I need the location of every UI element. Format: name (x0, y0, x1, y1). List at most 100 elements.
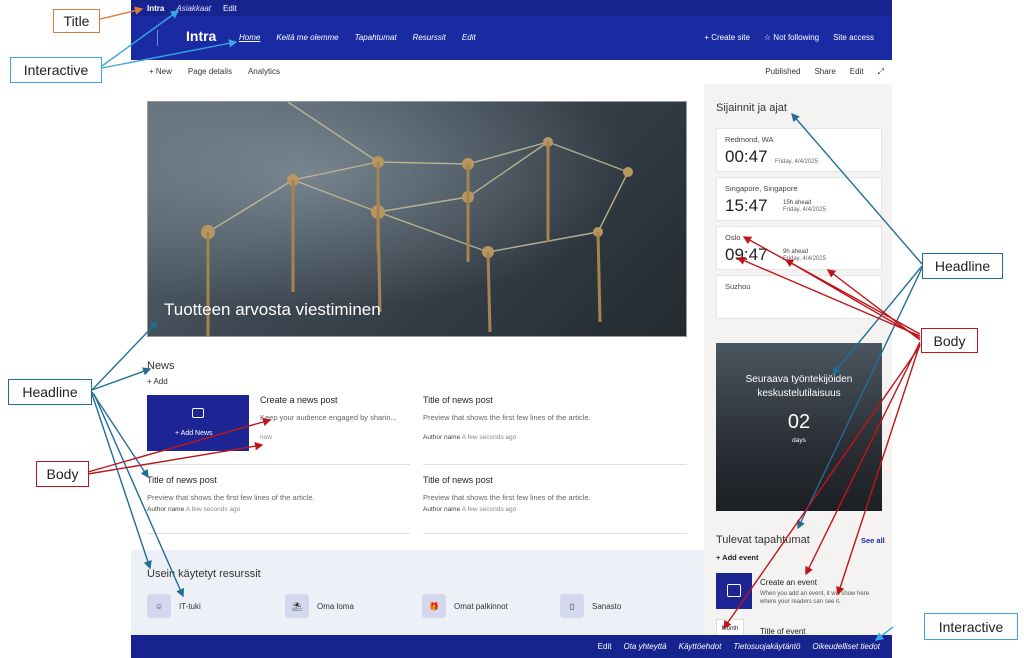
clock-date: Friday, 4/4/2025 (775, 159, 818, 165)
clock-city: Oslo (725, 233, 741, 242)
follow-button[interactable]: ☆ Not following (764, 33, 819, 42)
share-button[interactable]: Share (814, 67, 835, 77)
annotation-headline-left: Headline (8, 379, 92, 405)
expand-icon[interactable]: ⤢ (878, 67, 884, 77)
event-title[interactable]: Create an event (760, 578, 817, 587)
add-event-button[interactable]: + Add event (716, 553, 758, 562)
command-bar: + New Page details Analytics Published S… (131, 60, 892, 84)
annotation-title: Title (53, 9, 100, 33)
sharepoint-page: Intra Asiakkaat Edit Intra Home Keitä me… (131, 0, 892, 658)
news-post-1[interactable]: Title of news post Preview that shows th… (423, 395, 623, 441)
countdown-message: Seuraava työntekijöiden keskustelutilais… (745, 374, 853, 399)
footer-legal[interactable]: Oikeudelliset tiedot (812, 642, 880, 651)
news-post-author: Author name (423, 434, 461, 441)
clock-city: Redmond, WA (725, 135, 774, 144)
quick-link-palkinnot[interactable]: 🎁 Omat palkinnot (422, 594, 508, 618)
analytics-button[interactable]: Analytics (248, 67, 280, 76)
book-icon: ▯ (560, 594, 584, 618)
news-post-preview: Preview that shows the first few lines o… (423, 493, 591, 502)
countdown-number: 02 (787, 411, 811, 433)
gift-icon: 🎁 (422, 594, 446, 618)
sidebar: Sijainnit ja ajat Redmond, WA 00:47 Frid… (704, 84, 892, 658)
quick-link-label: Oma loma (317, 601, 354, 611)
quick-link-sanasto[interactable]: ▯ Sanasto (560, 594, 621, 618)
news-divider (147, 464, 410, 465)
nav-home[interactable]: Home (239, 33, 260, 42)
nav-tapahtumat[interactable]: Tapahtumat (355, 33, 397, 42)
countdown-unit: days (792, 437, 806, 444)
add-news-label: + Add News (175, 430, 213, 437)
quick-link-oma-loma[interactable]: ⛱ Oma loma (285, 594, 354, 618)
news-post-preview: Keep your audience engaged by sharin... (260, 413, 397, 422)
vacation-icon: ⛱ (285, 594, 309, 618)
suite-link-asiakkaat[interactable]: Asiakkaat (176, 4, 211, 13)
calendar-icon (727, 584, 741, 597)
news-post-title: Create a news post (260, 395, 338, 405)
nav-keita[interactable]: Keitä me olemme (276, 33, 338, 42)
site-title[interactable]: Intra (186, 28, 216, 44)
edit-button[interactable]: Edit (850, 67, 864, 77)
news-post-3[interactable]: Title of news post Preview that shows th… (423, 475, 623, 513)
clock-card: Suzhou (716, 275, 882, 319)
news-post-title: Title of news post (147, 475, 217, 485)
site-nav: Home Keitä me olemme Tapahtumat Resurssi… (239, 33, 476, 42)
quick-link-label: Sanasto (592, 601, 622, 611)
footer-contact[interactable]: Ota yhteyttä (623, 642, 666, 651)
suite-link-edit[interactable]: Edit (223, 4, 237, 13)
news-post-author: Author name (147, 506, 185, 513)
events-heading: Tulevat tapahtumat (716, 534, 810, 546)
annotation-body-right: Body (921, 328, 978, 353)
annotation-interactive-bottom: Interactive (924, 613, 1018, 640)
news-heading: News (147, 360, 175, 372)
clock-time: 09:47 (725, 245, 768, 264)
clock-offset: 9h ahead (783, 249, 809, 255)
clock-time: 00:47 (725, 147, 768, 166)
clock-time: 15:47 (725, 196, 768, 215)
see-all-link[interactable]: See all (861, 536, 885, 545)
annotation-headline-right: Headline (922, 253, 1003, 279)
site-footer: Edit Ota yhteyttä Käyttöehdot Tietosuoja… (131, 635, 892, 658)
quick-link-label: Omat palkinnot (454, 601, 508, 611)
news-post-time: A few seconds ago (461, 506, 517, 513)
nav-resurssit[interactable]: Resurssit (413, 33, 446, 42)
news-post-time: A few seconds ago (185, 506, 241, 513)
clock-city: Suzhou (725, 282, 751, 291)
news-post-title: Title of news post (423, 395, 493, 405)
annotation-interactive-top: Interactive (10, 57, 102, 83)
suite-brand[interactable]: Intra (147, 4, 164, 13)
create-site-button[interactable]: + Create site (704, 33, 750, 42)
site-header: Intra Home Keitä me olemme Tapahtumat Re… (131, 16, 892, 60)
hero-banner[interactable]: Tuotteen arvosta viestiminen (147, 101, 687, 337)
new-button[interactable]: + New (149, 67, 172, 76)
quick-link-it-tuki[interactable]: ☺ IT-tuki (147, 594, 201, 618)
news-icon (192, 408, 204, 418)
quick-link-label: IT-tuki (179, 601, 201, 611)
nav-edit[interactable]: Edit (462, 33, 476, 42)
clock-card: Oslo 09:47 9h ahead Friday, 4/4/2025 (716, 226, 882, 270)
event-card[interactable] (716, 573, 752, 609)
news-post-preview: Preview that shows the first few lines o… (423, 413, 591, 422)
page-details-button[interactable]: Page details (188, 67, 232, 76)
news-post-create[interactable]: Create a news post Keep your audience en… (260, 395, 410, 441)
countdown-card[interactable]: Seuraava työntekijöiden keskustelutilais… (716, 343, 882, 511)
annotation-body-left: Body (36, 461, 89, 487)
site-access-button[interactable]: Site access (833, 33, 874, 42)
suite-bar: Intra Asiakkaat Edit (131, 0, 892, 16)
footer-terms[interactable]: Käyttöehdot (679, 642, 722, 651)
footer-edit[interactable]: Edit (598, 642, 612, 651)
hero-title[interactable]: Tuotteen arvosta viestiminen (164, 300, 381, 320)
clock-card: Redmond, WA 00:47 Friday, 4/4/2025 (716, 128, 882, 172)
quick-links-heading: Usein käytetyt resurssit (147, 568, 261, 580)
header-divider (157, 30, 158, 46)
published-status: Published (765, 67, 801, 76)
footer-privacy[interactable]: Tietosuojakäytäntö (733, 642, 800, 651)
header-actions: + Create site ☆ Not following Site acces… (704, 33, 874, 42)
create-news-card[interactable]: + Add News (147, 395, 249, 451)
add-news-button[interactable]: + Add (147, 377, 168, 386)
clock-card: Singapore, Singapore 15:47 15h ahead Fri… (716, 177, 882, 221)
news-divider (423, 533, 687, 534)
news-post-time: now (260, 434, 272, 441)
news-post-preview: Preview that shows the first few lines o… (147, 493, 315, 502)
news-post-time: A few seconds ago (461, 434, 517, 441)
news-post-2[interactable]: Title of news post Preview that shows th… (147, 475, 347, 513)
